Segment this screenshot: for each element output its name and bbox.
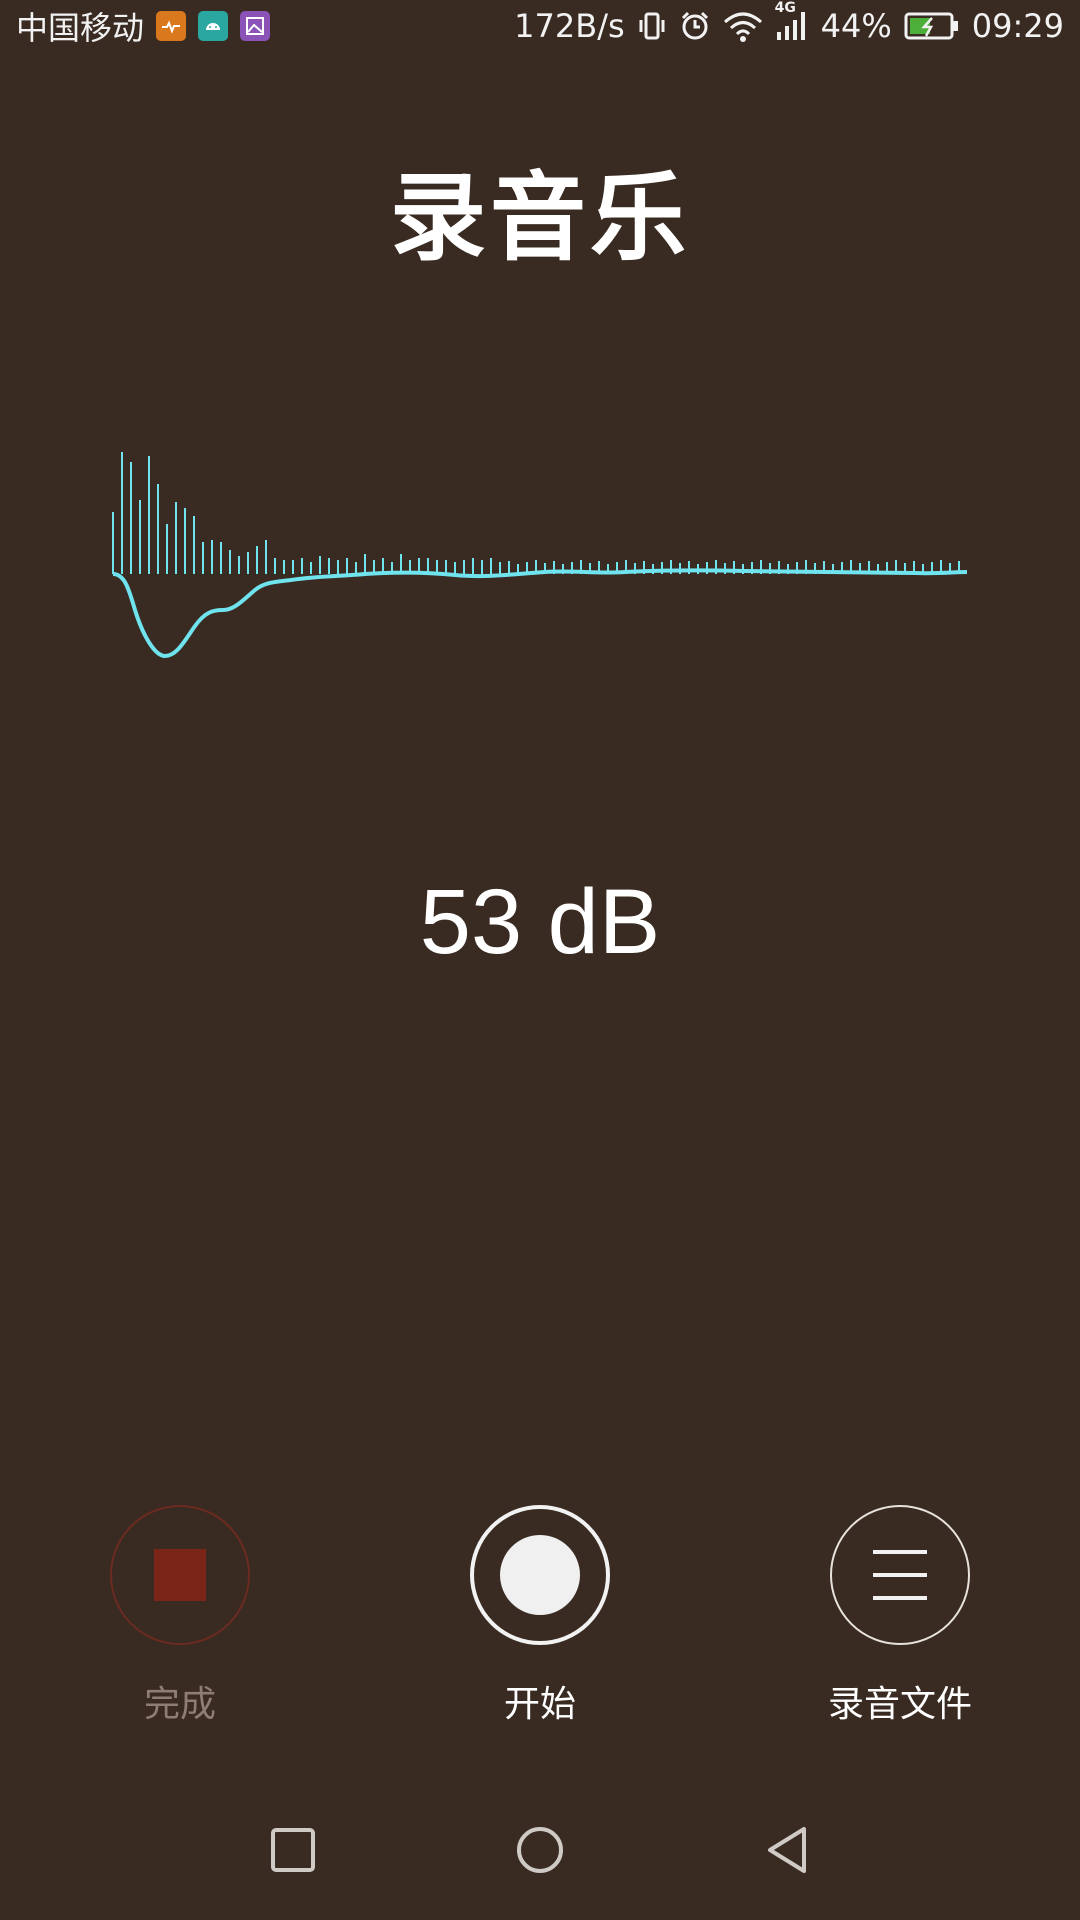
- alarm-icon: [679, 10, 711, 42]
- navigation-bar: [0, 1780, 1080, 1920]
- android-app-icon: [198, 11, 229, 41]
- status-bar: 中国移动 172B/s 4G 44% 09:29: [0, 0, 1080, 52]
- files-button-circle[interactable]: [830, 1505, 970, 1645]
- wifi-icon: [723, 10, 763, 42]
- status-bar-left: 中国移动: [0, 3, 271, 49]
- done-button-circle[interactable]: [110, 1505, 250, 1645]
- battery-icon: [904, 10, 960, 42]
- carrier-name: 中国移动: [16, 9, 145, 47]
- recordings-list-button[interactable]: 录音文件: [810, 1505, 990, 1727]
- files-label: 录音文件: [827, 1684, 972, 1725]
- page-title: 录音乐: [390, 162, 690, 274]
- status-bar-right: 172B/s 4G 44% 09:29: [514, 0, 1080, 45]
- start-button-circle[interactable]: [470, 1505, 610, 1645]
- gallery-app-icon: [240, 11, 271, 41]
- clock: 09:29: [971, 7, 1064, 45]
- vibrate-icon: [637, 10, 667, 42]
- audio-waveform: [112, 452, 968, 659]
- back-button[interactable]: [757, 1820, 817, 1880]
- menu-icon: [873, 1550, 927, 1600]
- done-label: 完成: [143, 1684, 216, 1725]
- stop-icon: [154, 1549, 206, 1601]
- health-app-icon: [156, 11, 187, 41]
- start-label: 开始: [503, 1684, 576, 1725]
- network-type: 4G: [774, 0, 796, 16]
- start-record-button[interactable]: 开始: [450, 1505, 630, 1727]
- decibel-level: 53 dB: [419, 871, 661, 973]
- home-button[interactable]: [510, 1820, 570, 1880]
- battery-percent: 44%: [820, 7, 892, 45]
- home-icon: [516, 1827, 563, 1873]
- recents-icon: [271, 1828, 316, 1872]
- signal-icon: 4G: [775, 0, 809, 42]
- network-speed: 172B/s: [514, 7, 625, 45]
- back-icon: [767, 1827, 806, 1873]
- recents-button[interactable]: [263, 1820, 323, 1880]
- record-icon: [500, 1535, 580, 1615]
- done-button[interactable]: 完成: [90, 1505, 270, 1727]
